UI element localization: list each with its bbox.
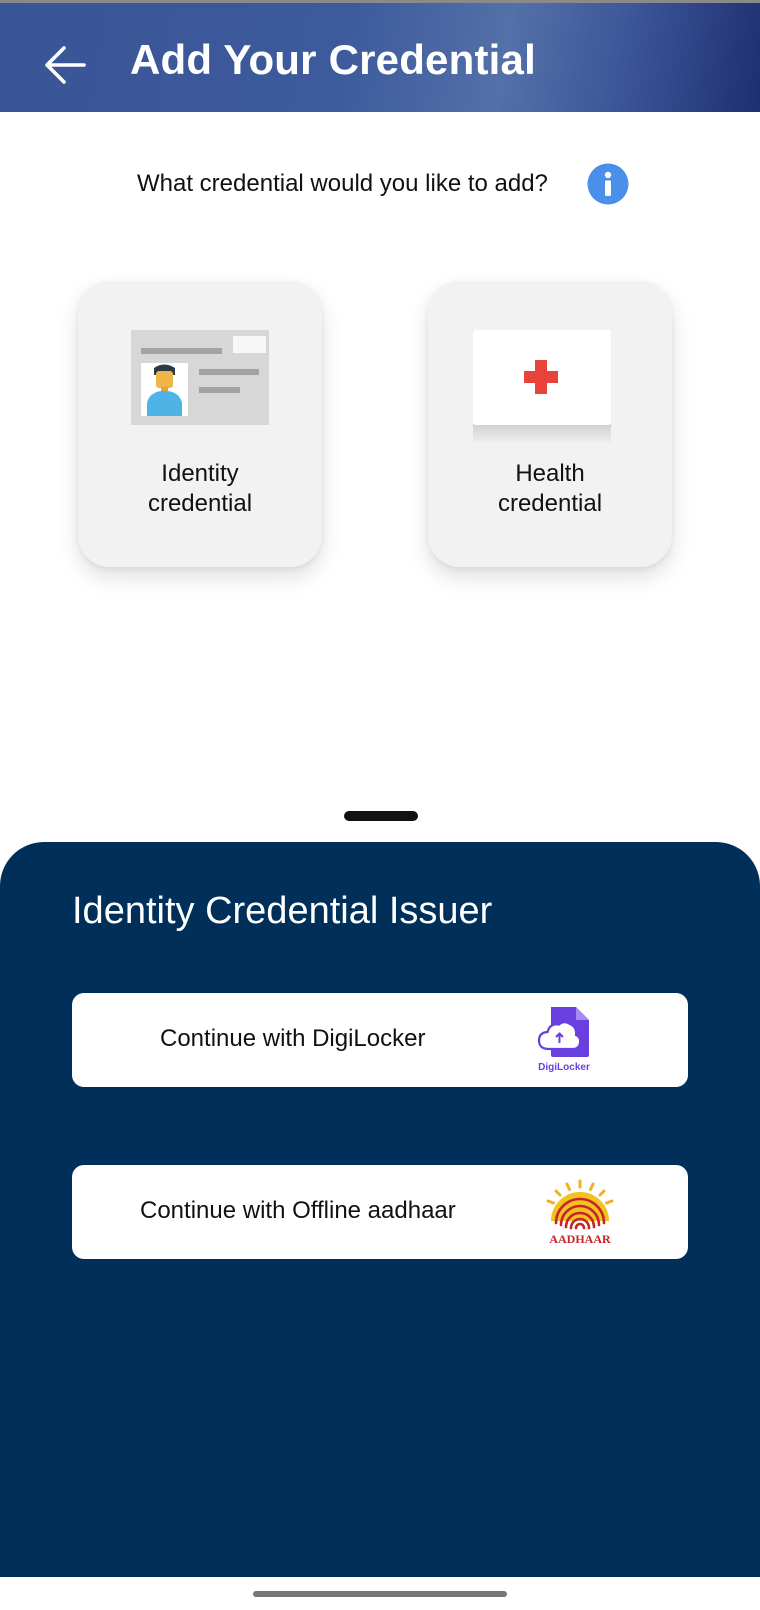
arrow-left-icon (45, 46, 86, 84)
system-navigation-bar (0, 1577, 760, 1610)
page-title: Add Your Credential (130, 36, 536, 83)
sheet-title: Identity Credential Issuer (72, 890, 493, 932)
medical-cross-icon (472, 328, 612, 446)
health-card-label: Health credential (497, 460, 603, 517)
svg-text:AADHAAR: AADHAAR (549, 1232, 611, 1246)
aadhaar-button-label: Continue with Offline aadhaar (140, 1197, 456, 1224)
digilocker-button-label: Continue with DigiLocker (160, 1025, 426, 1052)
identity-card-label: Identity credential (147, 460, 253, 517)
id-card-icon (131, 330, 269, 425)
info-button[interactable] (587, 163, 629, 205)
back-button[interactable] (38, 37, 94, 93)
info-icon (587, 163, 629, 205)
home-indicator[interactable] (253, 1591, 507, 1597)
svg-text:DigiLocker: DigiLocker (538, 1062, 590, 1073)
app-header: Add Your Credential (0, 3, 760, 112)
credential-question: What credential would you like to add? (137, 170, 548, 197)
continue-with-digilocker-button[interactable]: Continue with DigiLocker DigiLocker (72, 993, 688, 1087)
continue-with-offline-aadhaar-button[interactable]: Continue with Offline aadhaar AADHAAR (72, 1165, 688, 1259)
sheet-drag-handle[interactable] (344, 811, 418, 821)
digilocker-logo: DigiLocker (534, 1005, 610, 1075)
issuer-bottom-sheet: Identity Credential Issuer Continue with… (0, 842, 760, 1577)
aadhaar-logo: AADHAAR (539, 1179, 621, 1247)
health-credential-card[interactable]: Health credential (428, 281, 672, 567)
identity-credential-card[interactable]: Identity credential (78, 281, 322, 567)
